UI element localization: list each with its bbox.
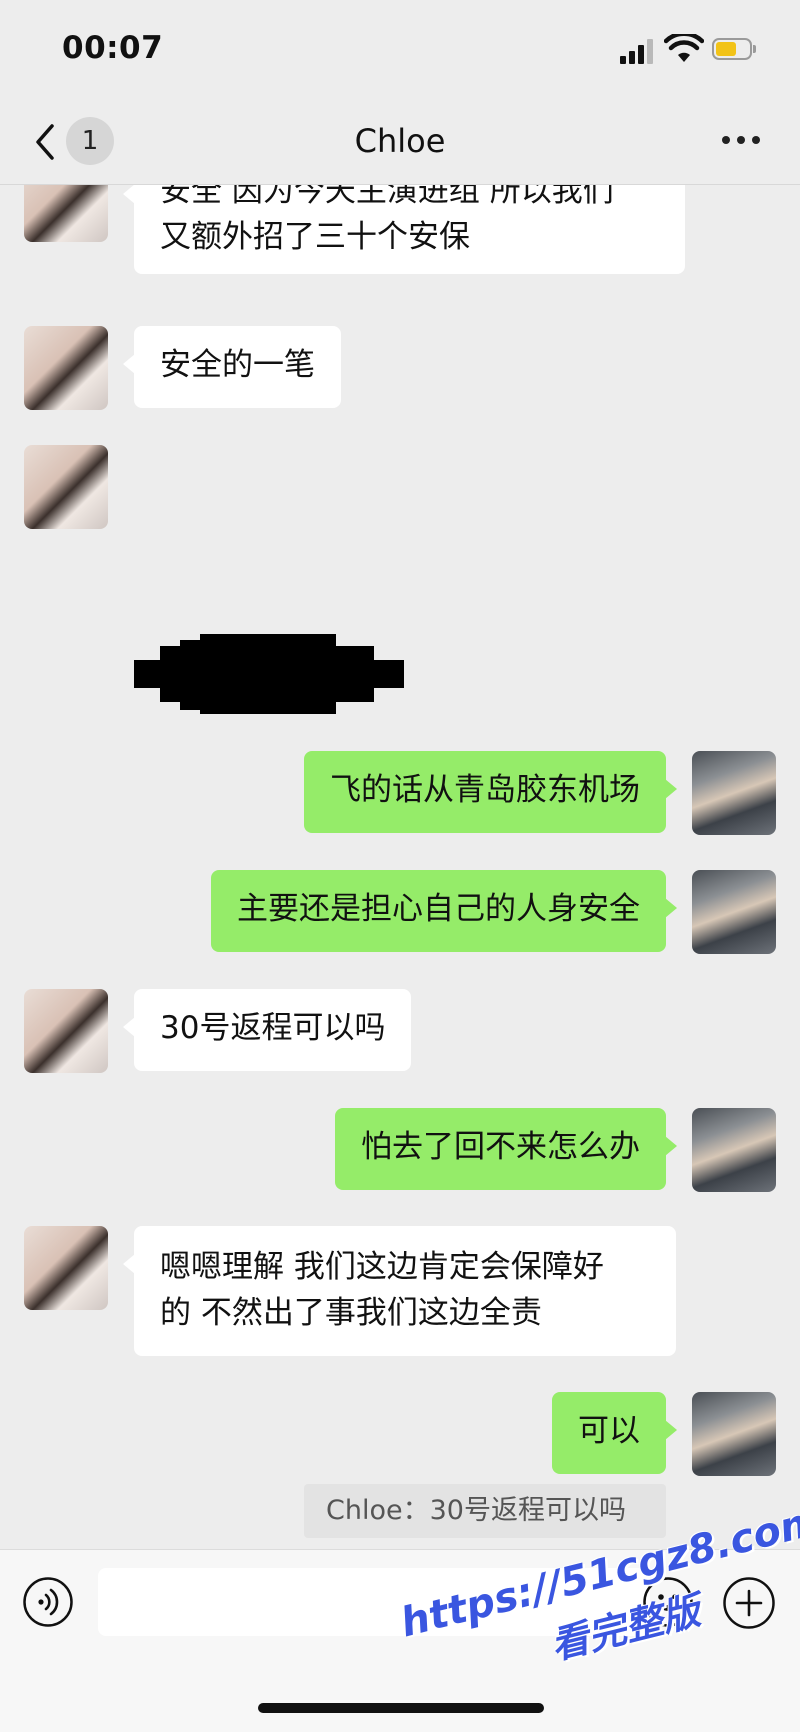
my-avatar[interactable] <box>692 1392 776 1476</box>
status-bar: 00:07 <box>0 0 800 100</box>
message-bubble-incoming[interactable]: 30号返程可以吗 <box>122 989 412 1071</box>
wifi-icon <box>664 34 704 62</box>
message-text: 又额外招了三十个安保 <box>160 219 470 255</box>
voice-icon[interactable] <box>22 1576 74 1628</box>
message-text: 30号返程可以吗 <box>160 1010 386 1046</box>
message-text: 嗯嗯理解 我们这边肯定会保障好 <box>160 1249 604 1285</box>
contact-avatar[interactable] <box>24 1226 108 1310</box>
emoji-icon[interactable] <box>642 1576 694 1628</box>
more-dots-icon[interactable] <box>722 136 762 148</box>
home-indicator <box>258 1703 544 1713</box>
my-avatar[interactable] <box>692 870 776 954</box>
cellular-signal-icon <box>620 38 656 64</box>
message-bubble-outgoing[interactable]: 可以 <box>552 1392 677 1474</box>
message-text: 飞的话从青岛胶东机场 <box>330 772 640 808</box>
message-bubble-outgoing[interactable]: 飞的话从青岛胶东机场 <box>304 751 677 833</box>
message-bubble-outgoing[interactable]: 主要还是担心自己的人身安全 <box>211 870 677 952</box>
message-text: 怕去了回不来怎么办 <box>361 1129 640 1165</box>
chat-title: Chloe <box>354 122 446 160</box>
contact-avatar[interactable] <box>24 184 108 242</box>
message-bubble-incoming[interactable]: 安全 因为今天主演进组 所以我们 又额外招了三十个安保 <box>123 184 685 274</box>
message-bubble-incoming[interactable]: 安全的一笔 <box>123 326 341 408</box>
message-text: 可以 <box>578 1413 640 1449</box>
message-text: 主要还是担心自己的人身安全 <box>237 891 640 927</box>
my-avatar[interactable] <box>692 1108 776 1192</box>
message-text: 的 不然出了事我们这边全责 <box>160 1295 542 1331</box>
input-bar <box>0 1549 800 1732</box>
chat-header: Chloe <box>0 100 800 185</box>
status-time: 00:07 <box>62 30 164 66</box>
message-bubble-incoming[interactable]: 嗯嗯理解 我们这边肯定会保障好 的 不然出了事我们这边全责 <box>123 1226 676 1356</box>
message-bubble-outgoing[interactable]: 怕去了回不来怎么办 <box>335 1108 677 1190</box>
message-input[interactable] <box>98 1568 650 1636</box>
message-text: 安全的一笔 <box>160 347 315 383</box>
message-list[interactable]: 安全 因为今天主演进组 所以我们 又额外招了三十个安保 安全的一笔 飞的话从青岛… <box>0 184 800 1549</box>
battery-icon <box>712 38 758 62</box>
unread-count-badge[interactable]: 1 <box>66 117 114 165</box>
contact-avatar[interactable] <box>24 445 108 529</box>
contact-avatar[interactable] <box>24 989 108 1073</box>
quoted-message[interactable]: Chloe：30号返程可以吗 <box>304 1484 666 1538</box>
contact-avatar[interactable] <box>24 326 108 410</box>
my-avatar[interactable] <box>692 751 776 835</box>
plus-icon[interactable] <box>722 1576 776 1630</box>
message-text: 安全 因为今天主演进组 所以我们 <box>160 184 614 209</box>
